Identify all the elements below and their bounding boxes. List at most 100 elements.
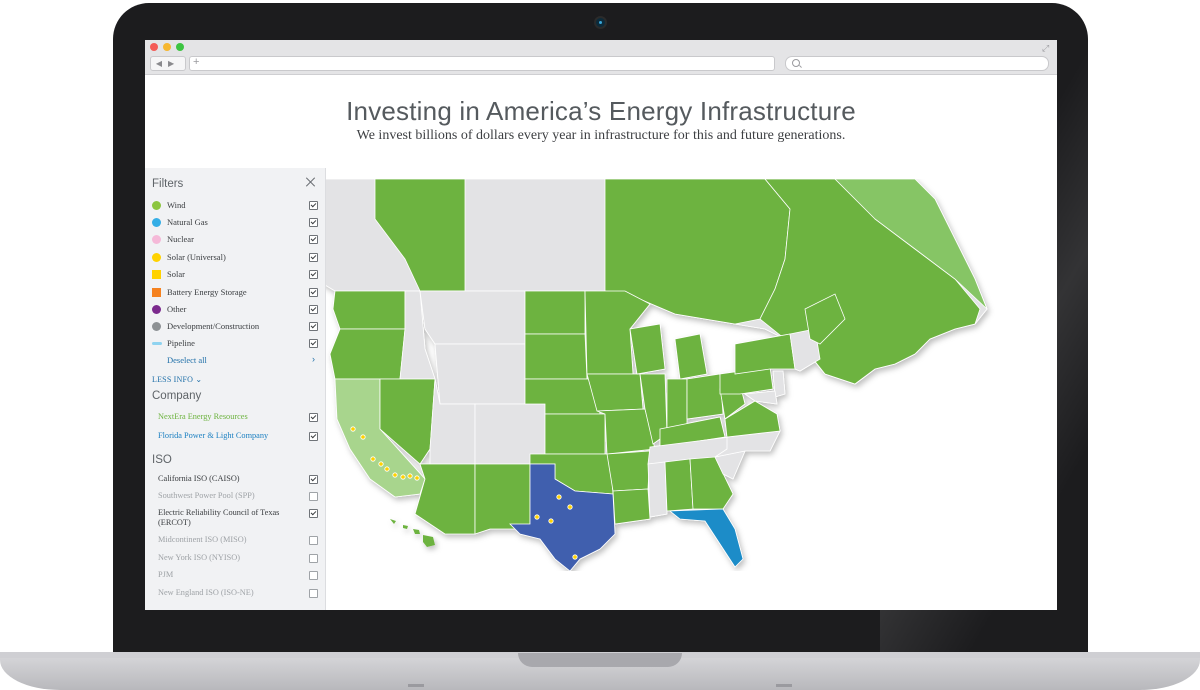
iso-label: PJM — [158, 570, 174, 579]
iso-checkbox[interactable] — [309, 509, 318, 518]
solar-marker — [407, 473, 413, 479]
filter-solar-universal[interactable]: Solar (Universal) — [152, 251, 318, 265]
filter-solar[interactable]: Solar — [152, 268, 318, 282]
iso-heading: ISO — [152, 454, 172, 466]
close-window-button[interactable] — [150, 43, 158, 51]
less-info-toggle[interactable]: LESS INFO ⌄ — [152, 375, 202, 384]
state-washington — [332, 290, 406, 330]
browser-search-field[interactable] — [785, 56, 1049, 71]
filter-label: Battery Energy Storage — [167, 287, 247, 297]
solar-marker — [400, 474, 406, 480]
plus-icon[interactable]: + — [193, 56, 199, 68]
company-heading: Company — [152, 390, 202, 402]
laptop-foot — [776, 684, 792, 687]
chevron-right-icon[interactable]: › — [312, 354, 315, 364]
iso-label: New England ISO (ISO-NE) — [158, 588, 254, 597]
state-arizona — [414, 463, 476, 535]
iso-checkbox[interactable] — [309, 554, 318, 563]
company-nextera[interactable]: NextEra Energy Resources — [152, 412, 318, 424]
maximize-window-button[interactable] — [176, 43, 184, 51]
filter-development[interactable]: Development/Construction — [152, 320, 318, 334]
filter-label: Natural Gas — [167, 217, 208, 227]
filter-checkbox[interactable] — [309, 288, 318, 297]
filter-checkbox[interactable] — [309, 270, 318, 279]
filter-checkbox[interactable] — [309, 253, 318, 262]
us-map[interactable] — [315, 179, 1035, 571]
laptop-foot — [408, 684, 424, 687]
filter-nuclear[interactable]: Nuclear — [152, 233, 318, 247]
company-label: NextEra Energy Resources — [158, 412, 248, 421]
iso-nyiso[interactable]: New York ISO (NYISO) — [152, 553, 318, 565]
company-checkbox[interactable] — [309, 432, 318, 441]
state-iowa — [586, 373, 644, 412]
iso-checkbox[interactable] — [309, 475, 318, 484]
state-mississippi — [647, 461, 668, 518]
state-montana — [419, 290, 526, 345]
filter-label: Development/Construction — [167, 321, 260, 331]
battery-swatch-icon — [152, 288, 161, 297]
state-florida — [668, 508, 744, 568]
solar-marker — [392, 472, 398, 478]
filter-battery-storage[interactable]: Battery Energy Storage — [152, 286, 318, 300]
state-oregon — [329, 328, 406, 380]
filter-checkbox[interactable] — [309, 305, 318, 314]
iso-checkbox[interactable] — [309, 571, 318, 580]
solar-swatch-icon — [152, 270, 161, 279]
iso-label: California ISO (CAISO) — [158, 474, 240, 483]
filter-label: Wind — [167, 200, 186, 210]
browser-toolbar: ◀▶ + ⤢ — [145, 40, 1057, 75]
solar-marker — [567, 504, 573, 510]
state-ohio — [686, 373, 724, 420]
state-wyoming — [434, 343, 526, 405]
deselect-all-link[interactable]: Deselect all — [167, 355, 207, 365]
iso-label: Southwest Power Pool (SPP) — [158, 491, 255, 500]
page-title: Investing in America’s Energy Infrastruc… — [346, 96, 856, 126]
filter-checkbox[interactable] — [309, 322, 318, 331]
address-bar[interactable]: + — [189, 56, 775, 71]
nuclear-swatch-icon — [152, 235, 161, 244]
state-south-dakota — [524, 333, 588, 380]
pipeline-swatch-icon — [152, 342, 162, 345]
filter-checkbox[interactable] — [309, 218, 318, 227]
iso-ercot[interactable]: Electric Reliability Council of Texas (E… — [152, 508, 318, 530]
solar-marker — [572, 554, 578, 560]
search-icon — [792, 59, 800, 67]
iso-miso[interactable]: Midcontinent ISO (MISO) — [152, 535, 318, 547]
state-maryland — [743, 390, 778, 405]
development-swatch-icon — [152, 322, 161, 331]
filter-checkbox[interactable] — [309, 339, 318, 348]
iso-label: Electric Reliability Council of Texas (E… — [158, 508, 280, 527]
state-new-york — [734, 333, 796, 375]
solar-marker — [378, 461, 384, 467]
filters-panel: Filters Wind Natural Gas Nuclear Solar (… — [145, 168, 326, 610]
solar-marker — [360, 434, 366, 440]
iso-pjm[interactable]: PJM — [152, 570, 318, 582]
company-checkbox[interactable] — [309, 413, 318, 422]
iso-label: New York ISO (NYISO) — [158, 553, 241, 562]
filter-other[interactable]: Other — [152, 303, 318, 317]
iso-checkbox[interactable] — [309, 589, 318, 598]
filter-checkbox[interactable] — [309, 235, 318, 244]
iso-spp[interactable]: Southwest Power Pool (SPP) — [152, 491, 318, 503]
filter-label: Solar (Universal) — [167, 252, 226, 262]
solar-universal-swatch-icon — [152, 253, 161, 262]
fullscreen-icon[interactable]: ⤢ — [1042, 44, 1050, 53]
state-north-dakota — [524, 290, 586, 335]
filter-checkbox[interactable] — [309, 201, 318, 210]
solar-marker — [548, 518, 554, 524]
company-fpl[interactable]: Florida Power & Light Company — [152, 431, 318, 443]
minimize-window-button[interactable] — [163, 43, 171, 51]
back-forward-buttons[interactable]: ◀▶ — [150, 56, 186, 71]
filter-pipeline[interactable]: Pipeline — [152, 337, 318, 351]
iso-checkbox[interactable] — [309, 492, 318, 501]
iso-isone[interactable]: New England ISO (ISO-NE) — [152, 588, 318, 600]
solar-marker — [350, 426, 356, 432]
iso-caiso[interactable]: California ISO (CAISO) — [152, 474, 318, 486]
solar-marker — [414, 475, 420, 481]
close-icon[interactable] — [305, 176, 317, 188]
solar-marker — [534, 514, 540, 520]
filter-natural-gas[interactable]: Natural Gas — [152, 216, 318, 230]
iso-checkbox[interactable] — [309, 536, 318, 545]
filter-wind[interactable]: Wind — [152, 199, 318, 213]
filter-label: Nuclear — [167, 234, 194, 244]
